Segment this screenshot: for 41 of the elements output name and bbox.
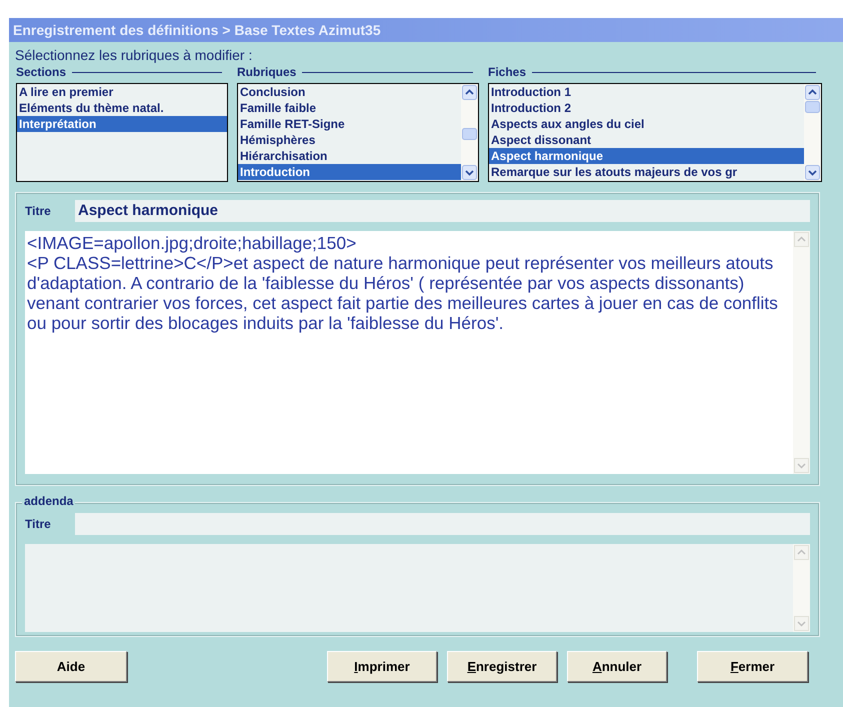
window-title: Enregistrement des définitions > Base Textes Azimut35 (9, 18, 843, 42)
list-item[interactable]: Hiérarchisation (238, 148, 461, 164)
text-line: <P CLASS=lettrine>C</P>et aspect de nature harmonique peut représenter vos meilleurs atouts d'adaptation. A contrario de la 'faiblesse du Héros' ( représentée par vos aspects dissonants) venant contrarier vos forces, cet aspect fait partie des meilleures cartes à jouer en cas de conflits ou pour sortir des blocages induits par la 'faiblesse du Héros'. (27, 253, 779, 333)
list-item[interactable]: Conclusion (238, 84, 461, 100)
scrollbar[interactable] (461, 84, 478, 181)
list-item[interactable]: A lire en premier (17, 84, 227, 100)
list-item[interactable]: Introduction (238, 164, 461, 180)
list-label: Fiches (488, 64, 526, 81)
list-item[interactable]: Famille faible (238, 100, 461, 116)
list-item[interactable]: Remarque sur les atouts majeurs de vos gr (489, 164, 804, 180)
scroll-up-icon[interactable] (805, 85, 820, 100)
dialog-button[interactable]: Enregistrer (447, 651, 557, 682)
list-label: Sections (16, 64, 66, 81)
list-item[interactable]: Eléments du thème natal. (17, 100, 227, 116)
dialog-button[interactable]: Aide (15, 651, 127, 682)
list-label: Rubriques (237, 64, 296, 81)
list-item[interactable]: Hémisphères (238, 132, 461, 148)
scroll-thumb[interactable] (805, 101, 820, 113)
list-item[interactable]: Interprétation (17, 116, 227, 132)
scroll-thumb[interactable] (462, 128, 477, 140)
title-field[interactable]: Aspect harmonique (75, 200, 810, 222)
dialog-button[interactable]: Imprimer (327, 651, 437, 682)
title-field[interactable] (75, 513, 810, 535)
list-item[interactable]: Aspect harmonique (489, 148, 804, 164)
dialog-button[interactable]: Annuler (567, 651, 667, 682)
title-label: Titre (25, 203, 52, 220)
text-area[interactable] (25, 231, 810, 474)
list-item[interactable]: Introduction 2 (489, 100, 804, 116)
group-legend: addenda (22, 494, 76, 508)
scroll-down-icon[interactable] (462, 165, 477, 180)
prompt-text: Sélectionnez les rubriques à modifier : (15, 48, 254, 63)
scroll-up-icon[interactable] (462, 85, 477, 100)
scrollbar[interactable] (804, 84, 821, 181)
dialog-button[interactable]: Fermer (697, 651, 808, 682)
list-item[interactable]: Aspects aux angles du ciel (489, 116, 804, 132)
title-label: Titre (25, 516, 52, 533)
list-item[interactable]: Famille RET-Signe (238, 116, 461, 132)
text-line: <IMAGE=apollon.jpg;droite;habillage;150> (27, 233, 358, 253)
scroll-down-icon[interactable] (805, 165, 820, 180)
list-item[interactable]: Introduction 1 (489, 84, 804, 100)
list-item[interactable]: Aspect dissonant (489, 132, 804, 148)
